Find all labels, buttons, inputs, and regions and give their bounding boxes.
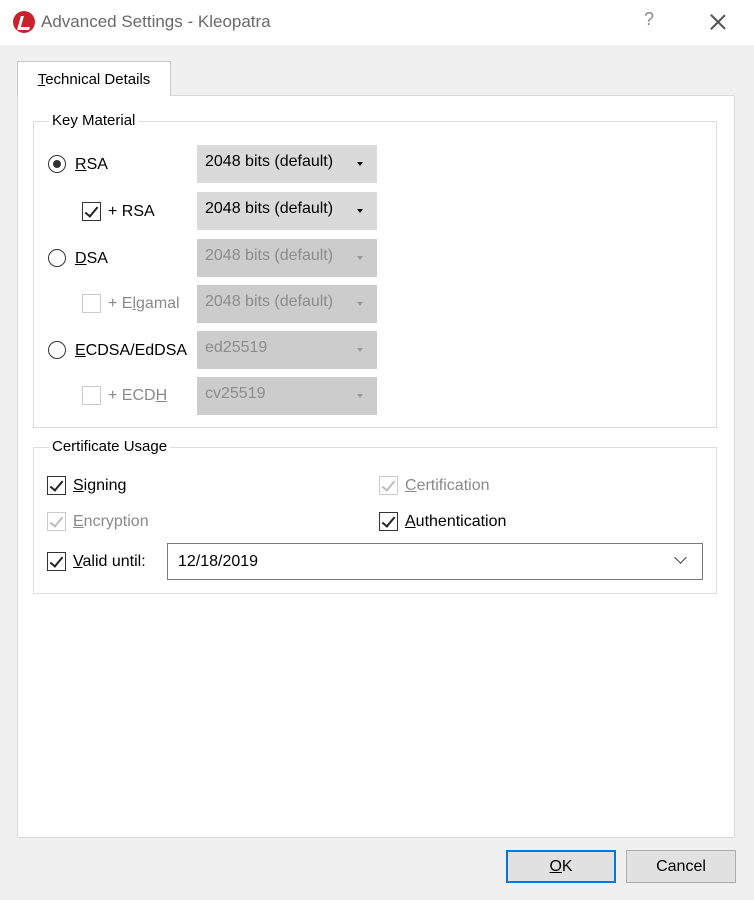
dropdown-arrow-icon — [357, 162, 363, 166]
encryption-label: Encryption — [73, 513, 149, 530]
close-icon[interactable] — [704, 8, 732, 36]
dsa-radio-label: DSA — [75, 250, 108, 267]
dsa-keysize-combo[interactable]: 2048 bits (default) — [197, 239, 377, 277]
elgamal-subkey-label: + Elgamal — [108, 295, 180, 312]
rsa-keysize-combo[interactable]: 2048 bits (default) — [197, 145, 377, 183]
dsa-radio[interactable] — [48, 249, 66, 267]
encryption-checkbox[interactable] — [47, 512, 66, 531]
ecdsa-eddsa-radio-label: ECDSA/EdDSA — [75, 342, 188, 359]
authentication-checkbox[interactable] — [379, 512, 398, 531]
dropdown-arrow-icon — [357, 256, 363, 260]
rsa-subkey-label: + RSA — [108, 203, 155, 220]
rsa-subkey-size-combo[interactable]: 2048 bits (default) — [197, 192, 377, 230]
dropdown-arrow-icon — [357, 302, 363, 306]
ok-button[interactable]: OK — [506, 850, 616, 883]
help-button[interactable]: ? — [638, 9, 660, 35]
ecdh-subkey-label: + ECDH — [108, 387, 168, 404]
signing-label: Signing — [73, 477, 127, 494]
ecdsa-curve-combo[interactable]: ed25519 — [197, 331, 377, 369]
expiry-date-value: 12/18/2019 — [178, 553, 259, 570]
valid-until-label: Valid until: — [73, 553, 146, 570]
ecdh-subkey-checkbox[interactable] — [82, 386, 101, 405]
signing-checkbox[interactable] — [47, 476, 66, 495]
dropdown-arrow-icon — [357, 209, 363, 213]
ecdh-curve-combo[interactable]: cv25519 — [197, 377, 377, 415]
kleopatra-app-icon — [13, 11, 35, 33]
authentication-label: Authentication — [405, 513, 507, 530]
rsa-radio-label: RSA — [75, 156, 108, 173]
rsa-radio[interactable] — [48, 155, 66, 173]
tab-label: Technical Details — [37, 71, 151, 88]
valid-until-checkbox[interactable] — [47, 552, 66, 571]
dropdown-arrow-icon — [357, 348, 363, 352]
certification-checkbox[interactable] — [379, 476, 398, 495]
elgamal-subkey-checkbox[interactable] — [82, 294, 101, 313]
tab-technical-details[interactable]: Technical Details — [17, 61, 171, 96]
rsa-subkey-checkbox[interactable] — [82, 202, 101, 221]
cancel-button[interactable]: Cancel — [626, 850, 736, 883]
certification-label: Certification — [405, 477, 490, 494]
ecdsa-eddsa-radio[interactable] — [48, 341, 66, 359]
dropdown-arrow-icon — [357, 394, 363, 398]
certificate-usage-legend: Certificate Usage — [49, 438, 171, 455]
key-material-legend: Key Material — [49, 112, 139, 129]
window-title: Advanced Settings - Kleopatra — [41, 12, 271, 31]
elgamal-size-combo[interactable]: 2048 bits (default) — [197, 285, 377, 323]
expiry-date-picker[interactable]: 12/18/2019 — [167, 543, 703, 580]
